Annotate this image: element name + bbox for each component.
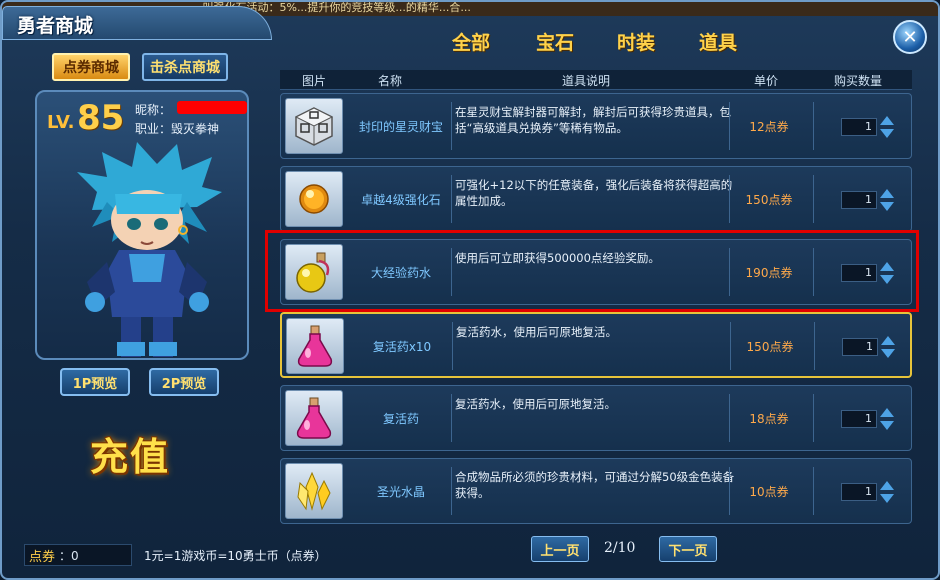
item-name: 复活药 [382,411,419,426]
quantity-decrease-icon[interactable] [879,128,895,138]
prev-page-button[interactable]: 上一页 [531,536,589,562]
item-description: 使用后可立即获得500000点经验奖励。 [455,251,660,265]
table-header: 图片 名称 道具说明 单价 购买数量 [280,70,912,90]
nickname-label: 昵称： [135,103,172,117]
kill-point-mall-button[interactable]: 击杀点商城 [142,53,228,81]
item-price: 10点券 [749,484,789,499]
close-icon: ✕ [902,26,918,48]
item-description: 可强化+12以下的任意装备，强化后装备将获得超高的属性加成。 [455,178,733,208]
item-description: 复活药水，使用后可原地复活。 [455,397,616,411]
pink-potion-icon [297,325,333,367]
item-price: 190点券 [745,265,793,280]
quantity-input[interactable]: 1 [841,264,877,282]
item-name: 大经验药水 [370,265,431,280]
window-title: 勇者商城 [17,15,94,37]
tab-fashion[interactable]: 时装 [617,28,655,55]
quantity-input[interactable]: 1 [841,191,877,209]
quantity-decrease-icon[interactable] [879,493,895,503]
preview-1p-button[interactable]: 1P预览 [60,368,130,396]
item-description: 合成物品所必须的珍贵材料，可通过分解50级金色装备获得。 [455,470,735,500]
close-button[interactable]: ✕ [893,20,927,54]
quantity-decrease-icon[interactable] [879,420,895,430]
sealed-cube-icon [294,107,334,146]
quantity-decrease-icon[interactable] [879,201,895,211]
shop-window: ...叫强化石活动：5%...提升你的竞技等级...的精华...合... 勇者商… [0,0,940,580]
points-value: ：0 [59,548,79,563]
quantity-decrease-icon[interactable] [879,274,895,284]
preview-2p-button[interactable]: 2P预览 [149,368,219,396]
pink-potion-icon [296,397,332,439]
header-image: 图片 [302,74,327,88]
quantity-decrease-icon[interactable] [880,348,896,358]
quantity-input[interactable]: 1 [841,118,877,136]
header-name: 名称 [378,74,403,88]
quantity-input[interactable]: 1 [841,483,877,501]
quantity-input[interactable]: 1 [841,410,877,428]
item-name: 封印的星灵财宝 [358,119,443,134]
header-quantity: 购买数量 [834,74,883,88]
redacted-nickname [177,101,247,114]
table-row[interactable]: 复活药 复活药水，使用后可原地复活。 18点券 1 [280,385,912,451]
points-display: 点券 ：0 [24,544,132,566]
tab-items[interactable]: 道具 [699,28,737,55]
item-price: 18点券 [749,411,789,426]
tab-all[interactable]: 全部 [452,28,490,55]
header-description: 道具说明 [562,74,611,88]
quantity-increase-icon[interactable] [879,408,895,418]
item-description: 复活药水，使用后可原地复活。 [456,325,617,339]
quantity-increase-icon[interactable] [879,262,895,272]
item-price: 150点券 [745,192,793,207]
table-row[interactable]: 封印的星灵财宝 在星灵财宝解封器可解封，解封后可获得珍贵道具，包括“高级道具兑换… [280,93,912,159]
item-name: 复活药x10 [372,339,432,354]
next-page-button[interactable]: 下一页 [659,536,717,562]
title-bar: 勇者商城 [2,6,272,40]
quantity-input[interactable]: 1 [842,338,878,356]
header-price: 单价 [754,74,779,88]
table-row[interactable]: 卓越4级强化石 可强化+12以下的任意装备，强化后装备将获得超高的属性加成。 1… [280,166,912,232]
tab-gems[interactable]: 宝石 [536,28,574,55]
item-name: 圣光水晶 [376,484,425,499]
quantity-increase-icon[interactable] [880,336,896,346]
quantity-increase-icon[interactable] [879,189,895,199]
orange-orb-icon [299,184,329,214]
yellow-crystal-icon [297,471,331,511]
page-indicator: 2/10 [604,540,636,556]
quantity-increase-icon[interactable] [879,481,895,491]
table-row[interactable]: 圣光水晶 合成物品所必须的珍贵材料，可通过分解50级金色装备获得。 10点券 1 [280,458,912,524]
character-avatar [77,142,222,357]
yellow-potion-icon [296,252,330,293]
recharge-button[interactable]: 充值 [90,426,190,482]
exchange-rate-text: 1元=1游戏币=10勇士币（点券） [144,549,327,563]
level-prefix: LV. [47,112,75,133]
points-label: 点券 [29,549,56,565]
character-panel: LV. 85 昵称： 职业：毁灭拳神 [35,90,249,360]
table-row[interactable]: 大经验药水 使用后可立即获得500000点经验奖励。 190点券 1 [280,239,912,305]
item-price: 12点券 [749,119,789,134]
item-name: 卓越4级强化石 [361,192,441,207]
coupon-mall-button[interactable]: 点券商城 [52,53,130,81]
quantity-increase-icon[interactable] [879,116,895,126]
table-row-selected[interactable]: 复活药x10 复活药水，使用后可原地复活。 150点券 1 [280,312,912,378]
item-description: 在星灵财宝解封器可解封，解封后可获得珍贵道具，包括“高级道具兑换券”等稀有物品。 [455,105,731,135]
item-price: 150点券 [746,339,794,354]
